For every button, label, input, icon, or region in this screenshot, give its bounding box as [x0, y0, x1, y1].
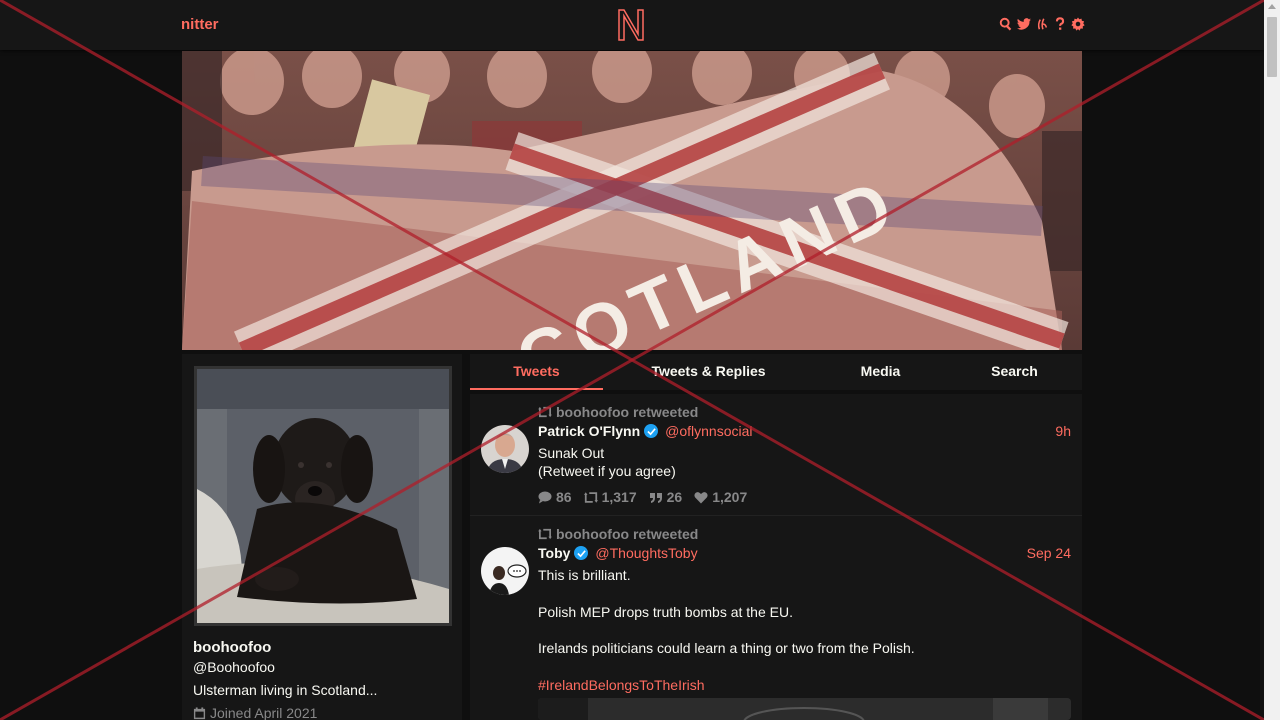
retweet-icon [538, 528, 552, 540]
tweet-header: Toby @ThoughtsToby [538, 545, 698, 561]
quote-icon [649, 492, 662, 503]
tab-tweets-and-replies[interactable]: Tweets & Replies [603, 354, 814, 390]
tweet-date[interactable]: 9h [1055, 423, 1071, 439]
tab-media[interactable]: Media [814, 354, 947, 390]
nitter-logo[interactable] [616, 8, 646, 42]
rss-icon[interactable] [1034, 15, 1049, 33]
tab-search[interactable]: Search [947, 354, 1082, 390]
tweet-username[interactable]: @ThoughtsToby [595, 545, 697, 561]
tweet-text-line: Polish MEP drops truth bombs at the EU. [538, 604, 793, 620]
profile-avatar[interactable] [194, 366, 452, 626]
profile-card: boohoofoo @Boohoofoo Ulsterman living in… [182, 354, 462, 720]
comment-icon [538, 491, 552, 503]
scroll-up-arrow-icon[interactable] [1268, 4, 1276, 9]
tweet-media-preview[interactable] [538, 698, 1071, 720]
tweet-header: Patrick O'Flynn @oflynnsocial [538, 423, 753, 439]
profile-name[interactable]: boohoofoo [193, 639, 271, 656]
tweet-username[interactable]: @oflynnsocial [665, 423, 752, 439]
tweet-item[interactable]: boohoofoo retweeted Toby @ThoughtsToby S… [470, 516, 1082, 720]
twitter-bird-icon[interactable] [1016, 15, 1031, 33]
scrollbar-thumb[interactable] [1267, 17, 1277, 77]
profile-joined: Joined April 2021 [193, 705, 317, 720]
profile-banner[interactable]: SCOTLAND [182, 51, 1082, 350]
hashtag-link[interactable]: #IrelandBelongsToTheIrish [538, 676, 915, 694]
tab-tweets[interactable]: Tweets [470, 354, 603, 390]
tweet-avatar[interactable] [481, 547, 529, 595]
page-scrollbar[interactable] [1264, 0, 1280, 720]
tweet-date[interactable]: Sep 24 [1027, 545, 1071, 561]
tweet-fullname[interactable]: Toby [538, 545, 570, 561]
tweet-text-line: This is brilliant. [538, 567, 631, 583]
tweet-text: This is brilliant. Polish MEP drops trut… [538, 566, 915, 694]
retweet-header: boohoofoo retweeted [538, 526, 698, 542]
search-icon[interactable] [998, 15, 1013, 33]
heart-icon [694, 491, 708, 503]
tweet-text-line: Sunak Out [538, 445, 605, 461]
verified-badge-icon [574, 546, 589, 560]
banner-image: SCOTLAND [182, 51, 1082, 350]
help-icon[interactable] [1052, 15, 1067, 33]
tweet-text-line: (Retweet if you agree) [538, 463, 676, 479]
nitter-home-link[interactable]: nitter [181, 16, 219, 33]
tweet-avatar[interactable] [481, 425, 529, 473]
reply-stat[interactable]: 86 [538, 489, 572, 505]
tweet-item[interactable]: boohoofoo retweeted Patrick O'Flynn @ofl… [470, 394, 1082, 516]
tweet-fullname[interactable]: Patrick O'Flynn [538, 423, 640, 439]
tweet-stats: 86 1,317 26 1,207 [538, 489, 747, 505]
gear-icon[interactable] [1070, 15, 1085, 33]
top-navbar: nitter [0, 0, 1264, 50]
retweet-header: boohoofoo retweeted [538, 404, 698, 420]
retweet-icon [583, 491, 598, 503]
quote-stat[interactable]: 26 [649, 489, 682, 505]
profile-tabs: Tweets Tweets & Replies Media Search [470, 354, 1082, 390]
nav-icon-group [998, 15, 1085, 33]
like-stat[interactable]: 1,207 [694, 489, 747, 505]
timeline: boohoofoo retweeted Patrick O'Flynn @ofl… [470, 394, 1082, 720]
joined-date-text: Joined April 2021 [210, 705, 318, 720]
profile-handle[interactable]: @Boohoofoo [193, 659, 275, 675]
retweet-icon [538, 406, 552, 418]
calendar-icon [193, 706, 206, 719]
retweet-stat[interactable]: 1,317 [583, 489, 637, 505]
verified-badge-icon [644, 424, 659, 438]
profile-bio: Ulsterman living in Scotland... [193, 682, 378, 698]
tweet-text-line: Irelands politicians could learn a thing… [538, 640, 915, 656]
tweet-text: Sunak Out (Retweet if you agree) [538, 444, 676, 480]
